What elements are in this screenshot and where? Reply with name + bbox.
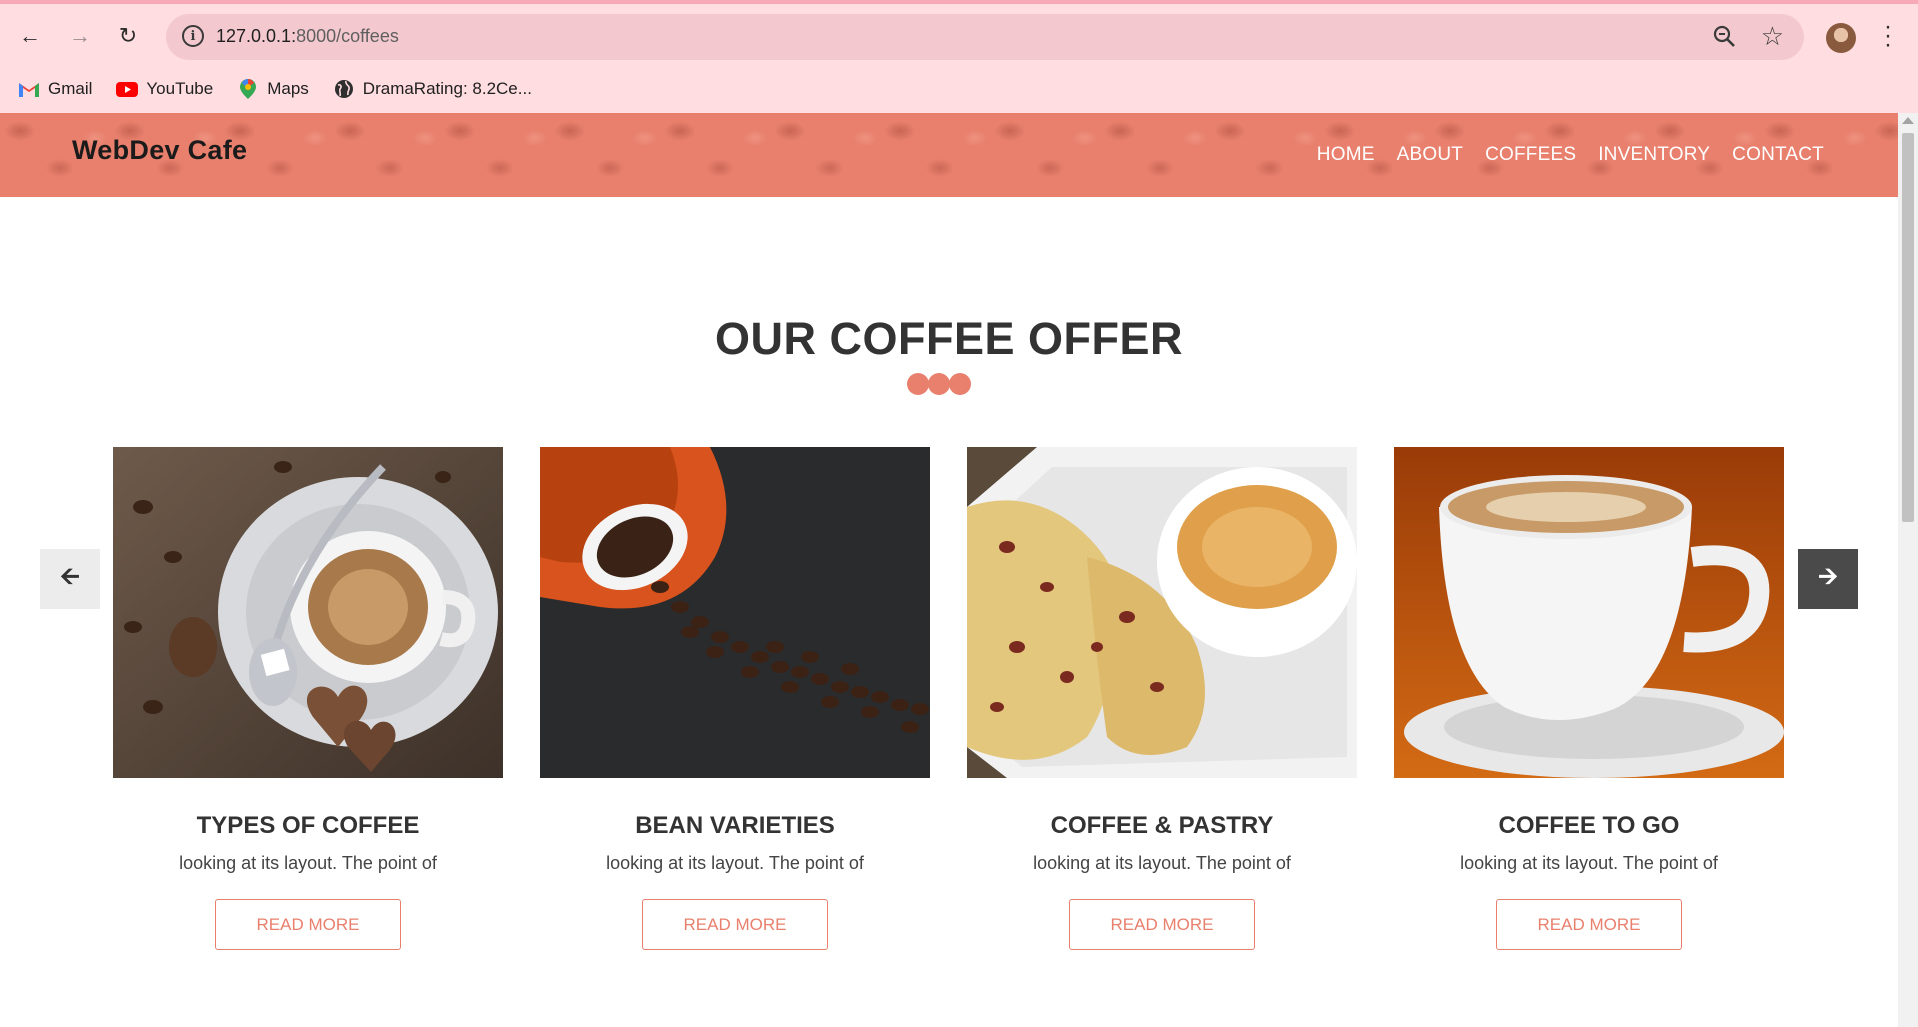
main-nav: HOME ABOUT COFFEES INVENTORY CONTACT: [1317, 144, 1824, 166]
browser-menu-icon[interactable]: · · ·: [1884, 15, 1892, 57]
card-text: looking at its layout. The point of: [1460, 853, 1718, 873]
bookmark-label: Maps: [267, 79, 309, 98]
coffee-card: TYPES OF COFFEE looking at its layout. T…: [113, 447, 503, 950]
read-more-button[interactable]: READ MORE: [642, 899, 828, 950]
back-button[interactable]: ←: [16, 22, 44, 50]
scroll-up-icon[interactable]: [1902, 117, 1914, 124]
card-text: looking at its layout. The point of: [1033, 853, 1291, 873]
site-info-icon[interactable]: i: [182, 25, 204, 47]
site-header: WebDev Cafe HOME ABOUT COFFEES INVENTORY…: [0, 113, 1898, 197]
forward-button[interactable]: →: [66, 22, 94, 50]
title-decoration-dots: [907, 373, 971, 395]
arrow-right-icon: 🡪: [1818, 562, 1838, 590]
slider-next-button[interactable]: 🡪: [1798, 549, 1858, 609]
coffee-card: COFFEE & PASTRY looking at its layout. T…: [967, 447, 1357, 950]
browser-chrome: ← → ↻ i 127.0.0.1:8000/coffees ☆ · · · Gma…: [0, 0, 1918, 113]
bookmark-star-icon[interactable]: ☆: [1761, 21, 1784, 52]
card-title: COFFEE TO GO: [1498, 812, 1680, 839]
address-bar[interactable]: i 127.0.0.1:8000/coffees ☆: [166, 14, 1804, 60]
coffee-card: BEAN VARIETIES looking at its layout. Th…: [540, 447, 930, 950]
card-text: looking at its layout. The point of: [179, 853, 437, 873]
page-scrollbar[interactable]: [1898, 113, 1918, 1027]
scroll-thumb[interactable]: [1902, 133, 1914, 522]
nav-about[interactable]: ABOUT: [1397, 144, 1463, 166]
bookmark-dramarating[interactable]: DramaRating: 8.2Ce...: [333, 78, 532, 100]
site-logo[interactable]: WebDev Cafe: [72, 135, 247, 166]
card-title: COFFEE & PASTRY: [1050, 812, 1274, 839]
bookmark-label: YouTube: [146, 79, 214, 98]
bookmark-maps[interactable]: Maps: [237, 78, 309, 100]
coffee-card: COFFEE TO GO looking at its layout. The …: [1394, 447, 1784, 950]
read-more-button[interactable]: READ MORE: [1069, 899, 1255, 950]
nav-coffees[interactable]: COFFEES: [1485, 144, 1576, 166]
card-text: looking at its layout. The point of: [606, 853, 864, 873]
card-title: TYPES OF COFFEE: [196, 812, 420, 839]
bookmark-label: Gmail: [48, 79, 93, 98]
reload-button[interactable]: ↻: [114, 22, 142, 50]
page-content: WebDev Cafe HOME ABOUT COFFEES INVENTORY…: [0, 113, 1898, 1027]
bookmarks-bar: Gmail YouTube Maps DramaRating: 8.2Ce...: [0, 74, 556, 104]
bookmark-label: DramaRating: 8.2Ce...: [362, 79, 532, 98]
slider-prev-button[interactable]: 🡨: [40, 549, 100, 609]
card-image-pastry: [967, 447, 1357, 778]
nav-inventory[interactable]: INVENTORY: [1598, 144, 1710, 166]
maps-icon: [240, 79, 257, 99]
profile-avatar[interactable]: [1826, 23, 1856, 53]
bookmark-gmail[interactable]: Gmail: [18, 79, 92, 99]
gmail-icon: [19, 83, 39, 97]
card-title: BEAN VARIETIES: [635, 812, 835, 839]
nav-contact[interactable]: CONTACT: [1732, 144, 1824, 166]
read-more-button[interactable]: READ MORE: [215, 899, 401, 950]
zoom-icon[interactable]: [1712, 24, 1738, 50]
read-more-button[interactable]: READ MORE: [1496, 899, 1682, 950]
bookmark-youtube[interactable]: YouTube: [116, 79, 213, 99]
youtube-icon: [116, 82, 139, 97]
arrow-left-icon: 🡨: [60, 562, 80, 590]
card-image-beans: [540, 447, 930, 778]
section-title: OUR COFFEE OFFER: [715, 313, 1183, 364]
card-image-cappuccino: [1394, 447, 1784, 778]
url-text[interactable]: 127.0.0.1:8000/coffees: [216, 26, 399, 47]
globe-icon: [334, 80, 353, 98]
card-image-espresso: [113, 447, 503, 778]
nav-home[interactable]: HOME: [1317, 144, 1375, 166]
